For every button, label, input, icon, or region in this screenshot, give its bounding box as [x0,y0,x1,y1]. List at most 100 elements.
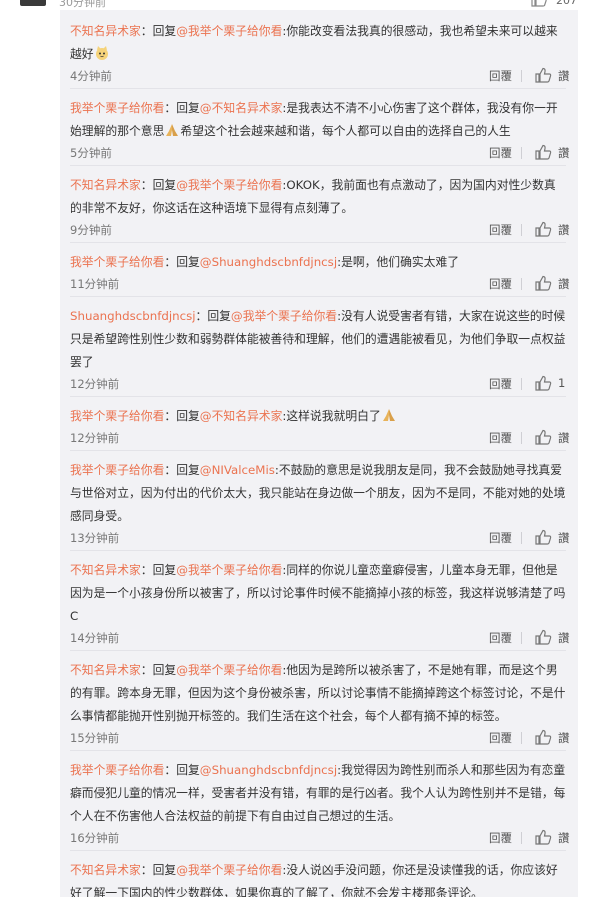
username-link[interactable]: Shuanghdscbnfdjncsj [70,309,196,323]
thumbs-up-icon[interactable] [534,729,552,745]
username-link[interactable]: 不知名异术家 [70,178,141,192]
reply-item: 不知名异术家：回复@我举个栗子给你看:他因为是跨所以被杀害了，不是她有罪，而是这… [70,651,570,751]
mention-link[interactable]: @Shuanghdscbnfdjncsj [200,255,337,269]
like-label[interactable]: 讚 [558,276,570,292]
username-link[interactable]: 我举个栗子给你看 [70,763,164,777]
mention-link[interactable]: @我举个栗子给你看 [176,24,282,38]
like-count: 207 [556,0,577,7]
thumbs-up-icon[interactable] [534,375,552,391]
thumbs-up-icon[interactable] [534,529,552,545]
reply-button[interactable]: 回覆 [489,276,512,292]
reply-item: 不知名异术家：回复@我举个栗子给你看:你能改变看法我真的很感动，我也希望未来可以… [70,10,570,89]
thumbs-up-icon[interactable] [534,144,552,160]
mention-link[interactable]: @Shuanghdscbnfdjncsj [200,763,337,777]
reply-text: 我举个栗子给你看：回复@Shuanghdscbnfdjncsj:是啊，他们确实太… [70,255,460,269]
mention-link[interactable]: @我举个栗子给你看 [176,663,282,677]
like-label[interactable]: 讚 [558,730,570,746]
thumbs-up-icon[interactable] [534,275,552,291]
reply-item: 我举个栗子给你看：回复@Shuanghdscbnfdjncsj:是啊，他们确实太… [70,243,570,297]
divider [521,378,522,390]
divider [521,732,522,744]
reply-meta: 15分钟前 回覆 讚 [70,728,570,750]
thumbs-up-icon[interactable] [534,67,552,83]
thumbs-up-icon[interactable] [534,829,552,845]
reply-time: 13分钟前 [70,531,120,545]
like-label[interactable]: 讚 [558,830,570,846]
reply-meta: 13分钟前 回覆 讚 [70,528,570,550]
username-link[interactable]: 不知名异术家 [70,563,141,577]
reply-button[interactable]: 回覆 [489,145,512,161]
reply-button[interactable]: 回覆 [489,68,512,84]
username-link[interactable]: 不知名异术家 [70,24,141,38]
like-label[interactable]: 讚 [558,222,570,238]
previous-comment-footer: 30分钟前 207 [0,0,595,10]
reply-meta: 5分钟前 回覆 讚 [70,143,570,165]
pray-emoji-icon [382,409,395,421]
reply-button[interactable]: 回覆 [489,830,512,846]
reply-time: 11分钟前 [70,277,120,291]
divider [521,278,522,290]
reply-meta: 11分钟前 回覆 讚 [70,274,570,296]
reply-time: 14分钟前 [70,631,120,645]
like-label[interactable]: 讚 [558,530,570,546]
reply-button[interactable]: 回覆 [489,376,512,392]
reply-button[interactable]: 回覆 [489,430,512,446]
reply-meta: 12分钟前 回覆 讚 [70,428,570,450]
reply-time: 16分钟前 [70,831,120,845]
like-count[interactable]: 1 [558,376,565,390]
username-link[interactable]: 不知名异术家 [70,663,141,677]
reply-text: 不知名异术家：回复@我举个栗子给你看:同样的你说儿童恋童癖侵害，儿童本身无罪，但… [70,563,566,623]
reply-item: 我举个栗子给你看：回复@不知名异术家:这样说我就明白了 12分钟前 回覆 讚 [70,397,570,451]
divider [521,224,522,236]
avatar[interactable] [20,0,46,6]
reply-time: 12分钟前 [70,377,120,391]
thumbs-up-icon[interactable] [534,629,552,645]
reply-text: 不知名异术家：回复@我举个栗子给你看:你能改变看法我真的很感动，我也希望未来可以… [70,24,558,61]
divider [521,632,522,644]
cat-emoji-icon [95,46,108,60]
like-label[interactable]: 讚 [558,145,570,161]
reply-time: 4分钟前 [70,69,112,83]
divider [521,532,522,544]
divider [521,432,522,444]
reply-button[interactable]: 回覆 [489,730,512,746]
reply-text: 我举个栗子给你看：回复@不知名异术家:这样说我就明白了 [70,405,566,428]
thumbs-up-icon[interactable] [534,429,552,445]
mention-link[interactable]: @我举个栗子给你看 [176,178,282,192]
reply-button[interactable]: 回覆 [489,530,512,546]
reply-item: 不知名异术家：回复@我举个栗子给你看:同样的你说儿童恋童癖侵害，儿童本身无罪，但… [70,551,570,651]
username-link[interactable]: 我举个栗子给你看 [70,101,164,115]
reply-text: 我举个栗子给你看：回复@Shuanghdscbnfdjncsj:我觉得因为跨性别… [70,763,566,823]
like-label[interactable]: 讚 [558,430,570,446]
comment-time: 30分钟前 [59,0,106,9]
reply-meta: 4分钟前 回覆 讚 [70,66,570,88]
reply-text: 不知名异术家：回复@我举个栗子给你看:没人说凶手没问题，你还是没读懂我的话，你应… [70,863,558,897]
reply-item: 我举个栗子给你看：回复@Shuanghdscbnfdjncsj:我觉得因为跨性别… [70,751,570,851]
thumbs-up-icon[interactable] [530,0,548,7]
like-label[interactable]: 讚 [558,68,570,84]
username-link[interactable]: 我举个栗子给你看 [70,409,164,423]
mention-link[interactable]: @我举个栗子给你看 [176,563,282,577]
mention-link[interactable]: @不知名异术家 [200,409,283,423]
reply-text: Shuanghdscbnfdjncsj：回复@我举个栗子给你看:没有人说受害者有… [70,309,566,369]
reply-item: 我举个栗子给你看：回复@NIValceMis:不鼓励的意思是说我朋友是同，我不会… [70,451,570,551]
mention-link[interactable]: @NIValceMis [200,463,275,477]
reply-button[interactable]: 回覆 [489,630,512,646]
reply-text: 我举个栗子给你看：回复@NIValceMis:不鼓励的意思是说我朋友是同，我不会… [70,463,566,523]
username-link[interactable]: 我举个栗子给你看 [70,255,164,269]
username-link[interactable]: 我举个栗子给你看 [70,463,164,477]
pray-emoji-icon [166,124,179,136]
username-link[interactable]: 不知名异术家 [70,863,141,877]
reply-text: 不知名异术家：回复@我举个栗子给你看:OKOK，我前面也有点激动了，因为国内对性… [70,178,556,215]
mention-link[interactable]: @不知名异术家 [200,101,283,115]
like-label[interactable]: 讚 [558,630,570,646]
reply-meta: 9分钟前 回覆 讚 [70,220,570,242]
mention-link[interactable]: @我举个栗子给你看 [231,309,337,323]
thumbs-up-icon[interactable] [534,221,552,237]
mention-link[interactable]: @我举个栗子给你看 [176,863,282,877]
reply-meta: 16分钟前 回覆 讚 [70,828,570,850]
reply-time: 5分钟前 [70,146,112,160]
reply-button[interactable]: 回覆 [489,222,512,238]
reply-time: 9分钟前 [70,223,112,237]
divider [521,70,522,82]
